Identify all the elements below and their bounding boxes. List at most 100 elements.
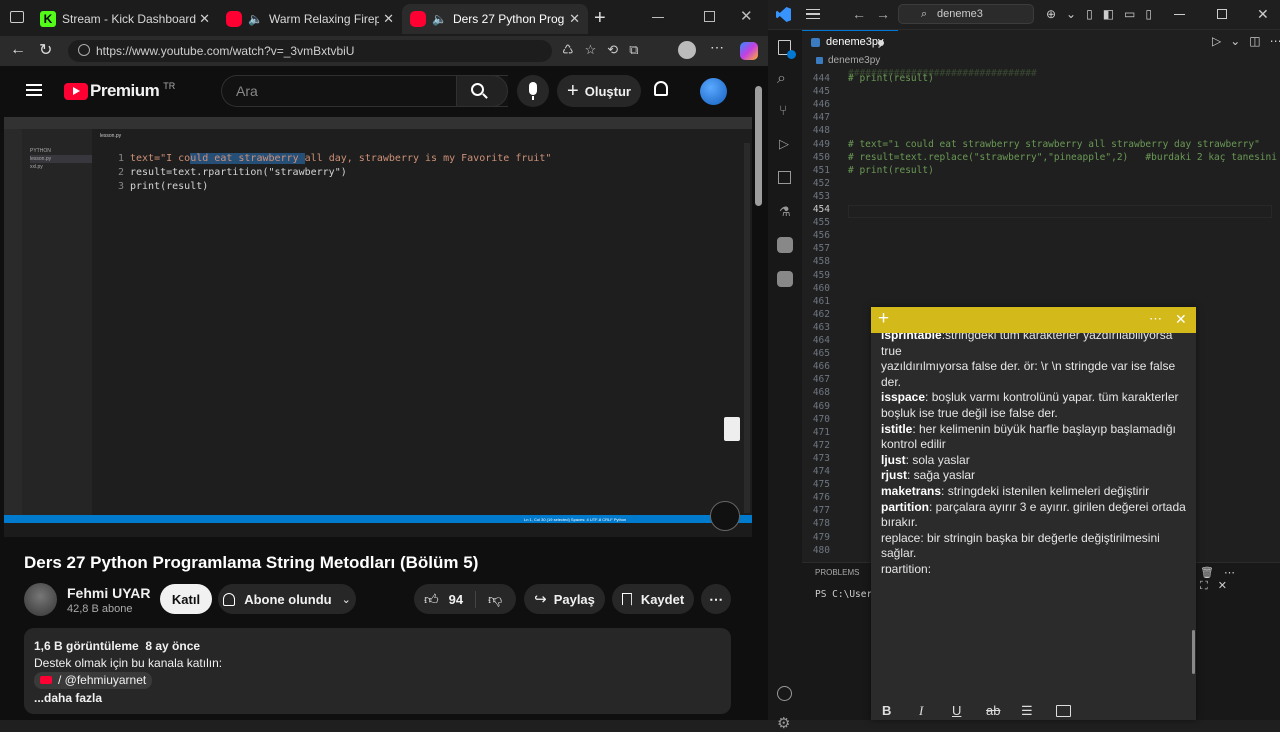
channel-avatar[interactable] — [24, 583, 57, 616]
show-more-link[interactable]: ...daha fazla — [34, 690, 731, 707]
profile-avatar[interactable] — [678, 41, 696, 59]
line-number: 463 — [812, 321, 830, 333]
line-number: 444 — [812, 73, 830, 84]
run-debug-icon[interactable]: ▷ — [779, 136, 789, 152]
tab-actions-icon[interactable] — [10, 11, 24, 23]
note-text: yazıldırılmıyorsa false der. ör: \r \n s… — [881, 359, 1176, 389]
line-number: 445 — [812, 86, 830, 98]
scrollbar-thumb[interactable] — [755, 86, 762, 206]
dislike-button[interactable]: 👎︎ — [476, 591, 502, 608]
site-info-icon[interactable] — [78, 44, 90, 56]
new-tab-icon[interactable]: + — [594, 7, 606, 30]
breadcrumb[interactable]: deneme3py — [802, 53, 1272, 69]
search-button[interactable] — [456, 75, 508, 107]
minimize-icon[interactable] — [652, 17, 664, 18]
mic-icon — [529, 82, 537, 95]
menu-icon[interactable] — [26, 84, 42, 96]
bold-button[interactable]: B — [882, 703, 891, 718]
line-number: 476 — [812, 492, 830, 504]
italic-button[interactable]: I — [919, 703, 923, 719]
line-number: 449 — [812, 138, 830, 150]
more-actions-button[interactable]: ⋯ — [701, 584, 731, 614]
bookmark-icon — [621, 592, 632, 606]
more-icon[interactable]: ⋯ — [710, 39, 724, 56]
description-box[interactable]: 1,6 B görüntüleme 8 ay önce Destek olmak… — [24, 628, 731, 714]
command-search[interactable]: ⌕ deneme3 — [898, 4, 1034, 24]
search-icon[interactable]: ⌕ — [777, 70, 786, 88]
more-icon[interactable]: ⋯ — [1149, 311, 1162, 327]
strikethrough-button[interactable]: ab — [986, 703, 1000, 718]
share-button[interactable]: ↪ Paylaş — [524, 584, 605, 614]
back-icon[interactable]: ← — [10, 41, 26, 59]
share-label: Paylaş — [553, 591, 595, 607]
page-scrollbar[interactable] — [752, 66, 766, 720]
video-title: Ders 27 Python Programlama String Metodl… — [24, 553, 479, 572]
youtube-logo[interactable]: Premium TR — [64, 81, 175, 101]
tab-python[interactable]: 🔈 Ders 27 Python Programl ✕ — [402, 4, 588, 34]
bullet-list-icon[interactable]: ☰ — [1021, 703, 1033, 719]
sticky-note-content[interactable]: isprintable:stringdeki tüm karakterler y… — [881, 333, 1191, 573]
python-file-icon — [816, 57, 823, 64]
speaker-icon: 🔈 — [432, 12, 447, 26]
image-icon[interactable] — [1056, 705, 1071, 717]
line-number: 458 — [812, 256, 830, 268]
subscribed-button[interactable]: Abone olundu ⌄ — [218, 584, 356, 614]
minimize-icon[interactable] — [1174, 14, 1185, 15]
close-icon[interactable]: ✕ — [383, 11, 394, 27]
tab-label: deneme3py — [826, 36, 884, 48]
note-term: istitle — [881, 421, 913, 436]
sticky-scrollbar[interactable] — [1192, 630, 1195, 674]
tab-kick[interactable]: K Stream - Kick Dashboard ✕ — [32, 4, 218, 34]
close-icon[interactable]: ✕ — [199, 11, 210, 27]
account-icon[interactable] — [777, 686, 792, 701]
add-note-icon[interactable]: + — [878, 308, 889, 330]
channel-name[interactable]: Fehmi UYAR — [67, 585, 151, 601]
current-line-highlight — [848, 205, 1272, 218]
nav-arrows[interactable]: ←→ — [852, 6, 900, 22]
notifications-button[interactable] — [654, 81, 668, 96]
account-avatar[interactable] — [700, 78, 727, 105]
close-icon[interactable]: ✕ — [569, 11, 580, 27]
note-text: : sola yaslar — [905, 452, 970, 467]
thumbs-down-icon: 👎︎ — [488, 590, 503, 607]
close-window-icon[interactable]: ✕ — [1257, 6, 1269, 23]
panel-actions[interactable]: 🗑⋯⛶✕ — [1200, 566, 1280, 593]
save-button[interactable]: Kaydet — [612, 584, 694, 614]
terminal-text[interactable]: PS C:\Users — [815, 589, 878, 600]
url-field[interactable]: https://www.youtube.com/watch?v=_3vmBxtv… — [68, 40, 552, 62]
panel-tab-problems[interactable]: PROBLEMS — [815, 568, 859, 577]
note-text: : her kelimenin büyük harfle başlayıp ba… — [881, 421, 1176, 452]
code-comment: # result=text.replace("strawberry","pine… — [848, 151, 1280, 163]
note-term: maketrans — [881, 483, 942, 498]
source-control-icon[interactable]: ⑂ — [779, 102, 787, 118]
line-number: 470 — [812, 413, 830, 425]
tab-fireplace[interactable]: 🔈 Warm Relaxing Fireplace ✕ — [218, 4, 402, 34]
video-minimap-thumb — [724, 417, 740, 441]
editor-tab[interactable]: deneme3py — [802, 30, 898, 53]
copilot-icon[interactable] — [740, 42, 758, 60]
toolbar-icons[interactable]: ♺☆⟲⧉ — [562, 42, 649, 58]
maximize-icon[interactable] — [704, 11, 715, 22]
sticky-note-header[interactable]: + ⋯ ✕ — [871, 307, 1196, 333]
settings-icon[interactable]: ⚙ — [777, 714, 790, 732]
line-number: 3 — [117, 181, 124, 192]
channel-watermark[interactable] — [710, 501, 740, 531]
maximize-icon[interactable] — [1217, 9, 1227, 19]
like-button[interactable]: 👍︎ 94 — [414, 590, 476, 608]
layout-icons[interactable]: ⊕⌄▯◧▭▯ — [1046, 7, 1162, 21]
voice-search-button[interactable] — [517, 75, 549, 107]
underline-button[interactable]: U — [952, 703, 961, 718]
code-text: text="I co — [130, 153, 191, 164]
testing-icon[interactable]: ⚗ — [779, 204, 791, 220]
refresh-icon[interactable]: ↻ — [39, 40, 52, 60]
create-button[interactable]: + Oluştur — [557, 75, 641, 107]
channel-link-chip[interactable]: / @fehmiuyarnet — [34, 672, 153, 689]
join-button[interactable]: Katıl — [160, 584, 212, 614]
close-icon[interactable]: ✕ — [1175, 311, 1187, 328]
close-window-icon[interactable]: ✕ — [740, 7, 753, 25]
editor-actions[interactable]: ▷⌄◫⋯ — [1212, 34, 1280, 48]
menu-icon[interactable] — [806, 9, 820, 19]
line-number: 465 — [812, 348, 830, 360]
video-player[interactable]: PYTHON lesson.py xxl.py lesson.py 1 text=… — [4, 117, 752, 537]
line-number: 474 — [812, 466, 830, 477]
